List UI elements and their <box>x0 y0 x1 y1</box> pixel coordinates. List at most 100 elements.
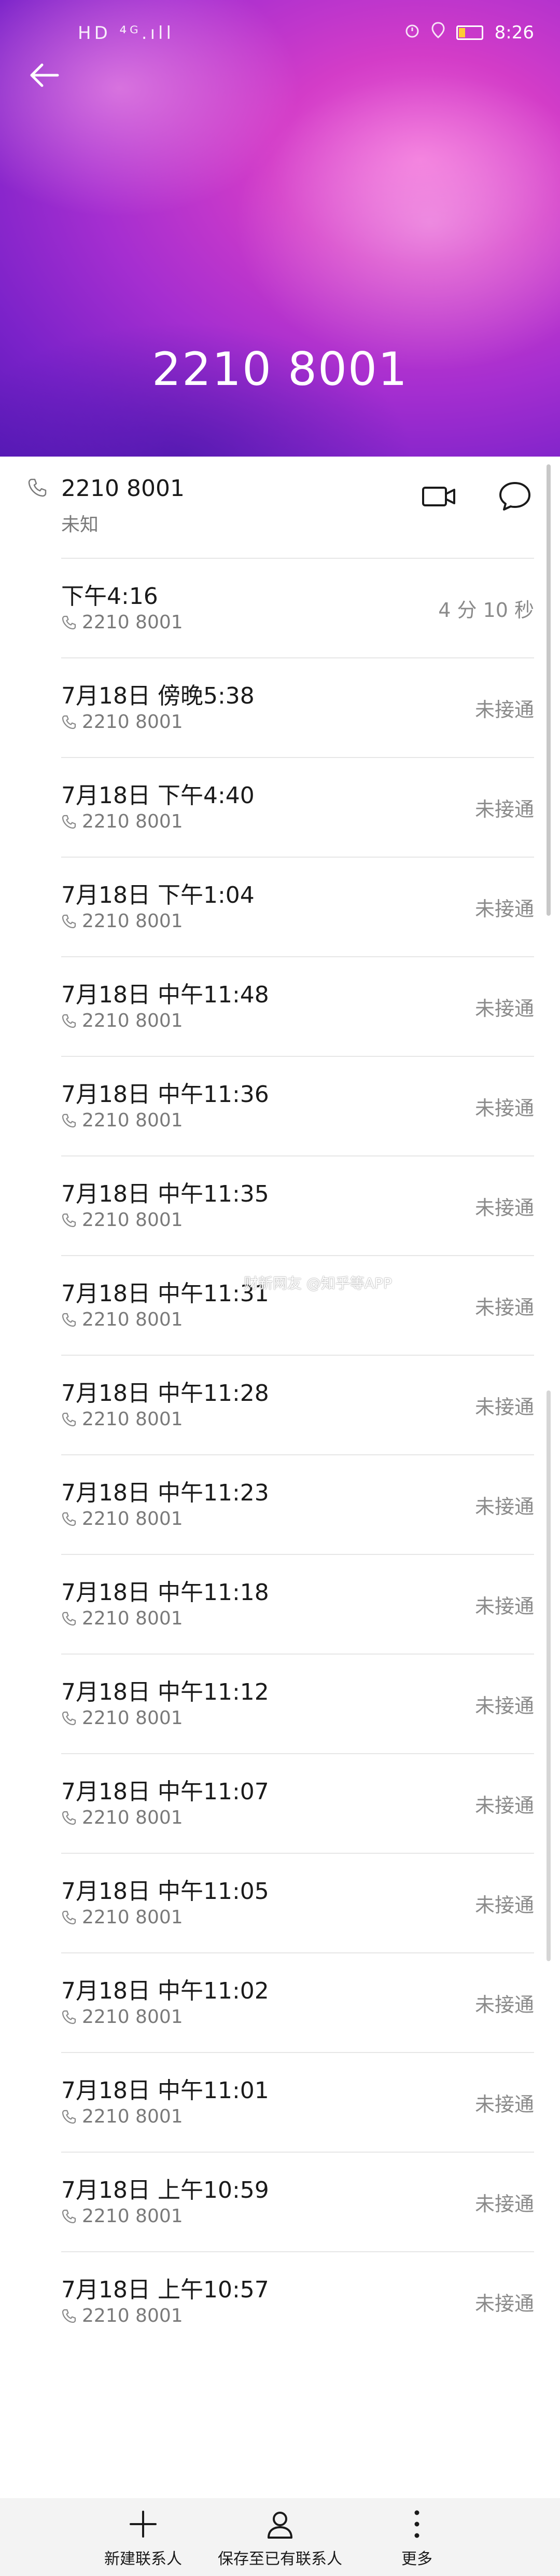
call-status: 未接通 <box>474 2292 534 2315</box>
call-number: 2210 8001 <box>82 911 183 932</box>
back-button[interactable] <box>21 52 67 99</box>
battery-icon <box>456 25 483 40</box>
call-type-icon <box>61 1113 77 1128</box>
call-number: 2210 8001 <box>82 2106 183 2127</box>
save-to-existing-button[interactable]: 保存至已有联系人 <box>218 2509 342 2569</box>
call-time: 7月18日 中午11:31 <box>61 1280 269 1307</box>
call-log-row[interactable]: 7月18日 中午11:12 2210 8001 未接通 <box>61 1654 534 1753</box>
call-time: 7月18日 上午10:59 <box>61 2177 269 2203</box>
call-number: 2210 8001 <box>82 2206 183 2227</box>
scrollbar[interactable] <box>547 464 551 916</box>
call-log-row[interactable]: 下午4:16 2210 8001 4 分 10 秒 <box>61 558 534 657</box>
contact-header: HD ⁴ᴳ.ıll 8:26 2210 8001 <box>0 0 560 457</box>
call-log-row[interactable]: 7月18日 中午11:02 2210 8001 未接通 <box>61 1952 534 2052</box>
call-log-row[interactable]: 7月18日 中午11:28 2210 8001 未接通 <box>61 1355 534 1454</box>
call-time: 7月18日 中午11:12 <box>61 1679 269 1705</box>
call-time: 7月18日 下午4:40 <box>61 782 255 809</box>
call-log-row[interactable]: 7月18日 傍晚5:38 2210 8001 未接通 <box>61 657 534 757</box>
call-number-line: 2210 8001 <box>61 1010 183 1031</box>
phone-icon <box>27 477 48 500</box>
watermark: 财新网友 @知乎等APP <box>244 1275 392 1292</box>
more-button[interactable]: 更多 <box>355 2509 479 2569</box>
call-number-line: 2210 8001 <box>61 1807 183 1828</box>
call-log-row[interactable]: 7月18日 中午11:18 2210 8001 未接通 <box>61 1554 534 1654</box>
call-status: 未接通 <box>474 698 534 721</box>
call-type-icon <box>61 2009 77 2025</box>
call-type-icon <box>61 1511 77 1527</box>
call-log-row[interactable]: 7月18日 上午10:59 2210 8001 未接通 <box>61 2152 534 2251</box>
call-status: 未接通 <box>474 2193 534 2215</box>
person-icon <box>268 2512 292 2539</box>
back-arrow-icon <box>30 63 59 87</box>
call-log-row[interactable]: 7月18日 中午11:31 2210 8001 未接通 <box>61 1255 534 1355</box>
call-time: 7月18日 中午11:05 <box>61 1878 269 1905</box>
call-status: 未接通 <box>474 1695 534 1717</box>
call-number-line: 2210 8001 <box>61 1309 183 1330</box>
call-number: 2210 8001 <box>82 1010 183 1031</box>
call-number: 2210 8001 <box>82 1209 183 1231</box>
call-time: 7月18日 中午11:01 <box>61 2077 269 2104</box>
call-log-row[interactable]: 7月18日 下午1:04 2210 8001 未接通 <box>61 857 534 956</box>
call-type-icon <box>61 1611 77 1627</box>
location-icon <box>431 22 445 43</box>
bottom-action-bar: 新建联系人 保存至已有联系人 更多 <box>0 2498 560 2576</box>
video-call-button[interactable] <box>421 484 457 512</box>
call-number: 2210 8001 <box>82 1110 183 1131</box>
call-number-line: 2210 8001 <box>61 911 183 932</box>
call-type-icon <box>61 2308 77 2324</box>
call-log-row[interactable]: 7月18日 中午11:36 2210 8001 未接通 <box>61 1056 534 1155</box>
new-contact-label: 新建联系人 <box>104 2550 182 2568</box>
call-number-line: 2210 8001 <box>61 1707 183 1729</box>
message-bubble-icon <box>499 482 530 511</box>
call-number: 2210 8001 <box>82 811 183 832</box>
call-time: 7月18日 中午11:23 <box>61 1480 269 1506</box>
call-log-row[interactable]: 7月18日 中午11:35 2210 8001 未接通 <box>61 1155 534 1255</box>
header-phone-number: 2210 8001 <box>152 342 408 396</box>
call-number: 2210 8001 <box>82 1608 183 1629</box>
call-type-icon <box>61 1412 77 1427</box>
call-number: 2210 8001 <box>82 1907 183 1928</box>
call-time: 7月18日 中午11:28 <box>61 1380 269 1407</box>
call-status: 未接通 <box>474 1794 534 1817</box>
alarm-icon <box>404 22 420 43</box>
new-contact-button[interactable]: 新建联系人 <box>81 2509 205 2569</box>
call-number-line: 2210 8001 <box>61 2006 183 2028</box>
call-log-row[interactable]: 7月18日 下午4:40 2210 8001 未接通 <box>61 757 534 857</box>
call-number-line: 2210 8001 <box>61 1110 183 1131</box>
call-number-line: 2210 8001 <box>61 1608 183 1629</box>
call-status: 未接通 <box>474 1196 534 1219</box>
call-number-line: 2210 8001 <box>61 1409 183 1430</box>
call-number-line: 2210 8001 <box>61 2305 183 2326</box>
call-number: 2210 8001 <box>82 612 183 633</box>
call-number-line: 2210 8001 <box>61 711 183 733</box>
call-log-row[interactable]: 7月18日 中午11:07 2210 8001 未接通 <box>61 1753 534 1853</box>
call-time: 7月18日 中午11:35 <box>61 1181 269 1207</box>
call-number: 2210 8001 <box>82 1409 183 1430</box>
message-button[interactable] <box>498 480 532 514</box>
contact-label: 未知 <box>61 514 99 535</box>
call-status: 未接通 <box>474 2093 534 2116</box>
call-type-icon <box>61 2209 77 2224</box>
more-vertical-icon <box>414 2510 419 2538</box>
call-time: 7月18日 上午10:57 <box>61 2277 269 2303</box>
scrollbar[interactable] <box>547 1390 551 1961</box>
call-log-row[interactable]: 7月18日 中午11:05 2210 8001 未接通 <box>61 1853 534 1952</box>
call-status: 未接通 <box>474 1296 534 1319</box>
call-number-line: 2210 8001 <box>61 1209 183 1231</box>
call-type-icon <box>61 1910 77 1925</box>
call-time: 7月18日 下午1:04 <box>61 882 255 908</box>
contact-number[interactable]: 2210 8001 <box>61 475 185 502</box>
call-log-row[interactable]: 7月18日 中午11:48 2210 8001 未接通 <box>61 956 534 1056</box>
call-log-row[interactable]: 7月18日 中午11:23 2210 8001 未接通 <box>61 1454 534 1554</box>
call-status: 4 分 10 秒 <box>438 599 534 622</box>
call-number-line: 2210 8001 <box>61 811 183 832</box>
call-type-icon <box>61 615 77 630</box>
call-number-line: 2210 8001 <box>61 2206 183 2227</box>
call-log-row[interactable]: 7月18日 上午10:57 2210 8001 未接通 <box>61 2251 534 2351</box>
call-status: 未接通 <box>474 1396 534 1418</box>
call-time: 7月18日 中午11:07 <box>61 1779 269 1805</box>
call-type-icon <box>61 1013 77 1029</box>
call-log-row[interactable]: 7月18日 中午11:01 2210 8001 未接通 <box>61 2052 534 2152</box>
call-status: 未接通 <box>474 1595 534 1618</box>
call-type-icon <box>61 914 77 929</box>
